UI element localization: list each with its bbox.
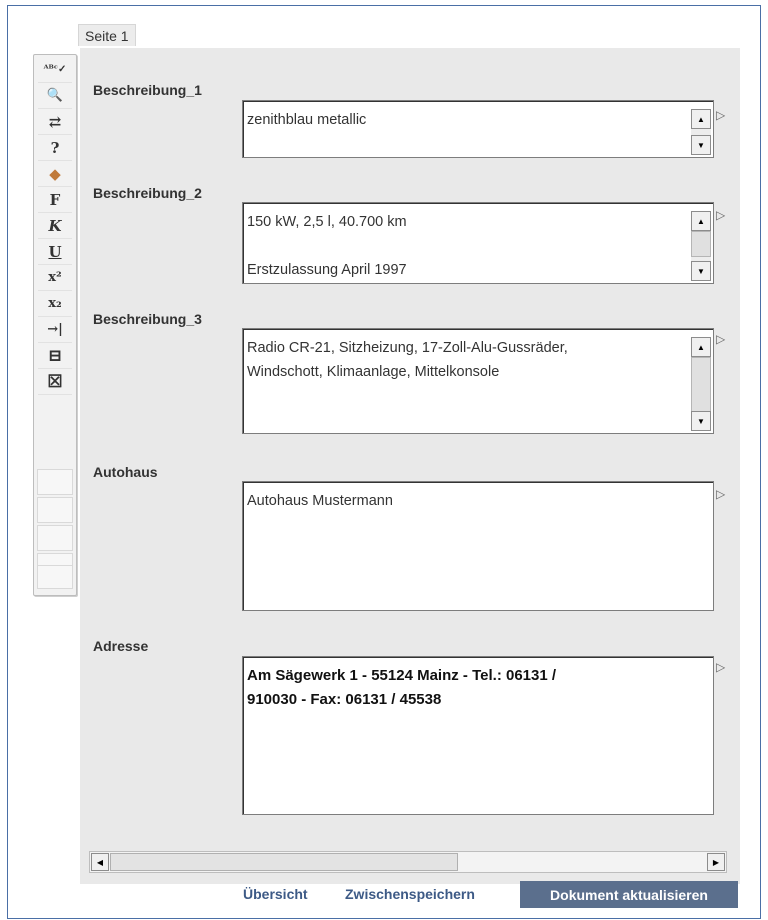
scroll-down-icon[interactable]: ▼ (691, 135, 711, 155)
spellcheck-icon[interactable]: ᴬᴮᶜ✓ (38, 57, 72, 83)
horizontal-scrollbar[interactable]: ◀ ▶ (89, 851, 727, 873)
field-value: Am Sägewerk 1 - 55124 Mainz - Tel.: 0613… (247, 667, 557, 708)
help-icon[interactable]: ? (38, 135, 72, 161)
textarea-beschreibung-3[interactable]: Radio CR-21, Sitzheizung, 17-Zoll-Alu-Gu… (242, 328, 714, 434)
scroll-right-icon[interactable]: ▶ (707, 853, 725, 871)
subscript-icon[interactable]: x₂ (38, 291, 72, 317)
superscript-icon[interactable]: x² (38, 265, 72, 291)
vertical-scrollbar[interactable]: ▲ ▼ (691, 211, 711, 281)
textarea-beschreibung-1[interactable]: zenithblau metallic ▲ ▼ (242, 100, 714, 158)
scroll-up-icon[interactable]: ▲ (691, 109, 711, 129)
scroll-thumb[interactable] (691, 231, 711, 257)
close-box-icon[interactable]: ☒ (38, 369, 72, 395)
field-label-adresse: Adresse (93, 638, 149, 654)
tab-icon[interactable]: →| (38, 317, 72, 343)
scroll-left-icon[interactable]: ◀ (91, 853, 109, 871)
save-draft-link[interactable]: Zwischenspeichern (345, 886, 475, 902)
field-value: 150 kW, 2,5 l, 40.700 km Erstzulassung A… (247, 214, 407, 278)
toolbar-empty-slot (37, 565, 73, 589)
scroll-up-icon[interactable]: ▲ (691, 211, 711, 231)
expand-arrow-icon[interactable]: ▷ (716, 108, 725, 122)
overview-link[interactable]: Übersicht (243, 886, 308, 902)
scroll-thumb[interactable] (691, 357, 711, 413)
toolbar-empty-slot (37, 469, 73, 495)
toolbar-empty-slot (37, 525, 73, 551)
expand-arrow-icon[interactable]: ▷ (716, 208, 725, 222)
italic-icon[interactable]: K (38, 213, 72, 239)
scroll-up-icon[interactable]: ▲ (691, 337, 711, 357)
formatting-toolbar: ᴬᴮᶜ✓ 🔍 ⇄ ? ◆ F K U x² x₂ →| ⊟ ☒ (33, 54, 77, 596)
update-document-button[interactable]: Dokument aktualisieren (520, 881, 738, 908)
textarea-adresse[interactable]: Am Sägewerk 1 - 55124 Mainz - Tel.: 0613… (242, 656, 714, 815)
field-value: zenithblau metallic (247, 112, 367, 128)
field-label-beschreibung-2: Beschreibung_2 (93, 185, 202, 201)
toolbar-empty-slot (37, 497, 73, 523)
textarea-autohaus[interactable]: Autohaus Mustermann (242, 481, 714, 611)
underline-icon[interactable]: U (38, 239, 72, 265)
field-label-beschreibung-1: Beschreibung_1 (93, 82, 202, 98)
expand-arrow-icon[interactable]: ▷ (716, 332, 725, 346)
minus-box-icon[interactable]: ⊟ (38, 343, 72, 369)
scroll-down-icon[interactable]: ▼ (691, 411, 711, 431)
scroll-down-icon[interactable]: ▼ (691, 261, 711, 281)
tab-seite-1[interactable]: Seite 1 (78, 24, 136, 46)
expand-arrow-icon[interactable]: ▷ (716, 660, 725, 674)
field-value: Autohaus Mustermann (247, 493, 393, 509)
textarea-beschreibung-2[interactable]: 150 kW, 2,5 l, 40.700 km Erstzulassung A… (242, 202, 714, 284)
scroll-thumb[interactable] (110, 853, 458, 871)
bold-icon[interactable]: F (38, 187, 72, 213)
vertical-scrollbar[interactable]: ▲ ▼ (691, 109, 711, 155)
field-label-autohaus: Autohaus (93, 464, 158, 480)
field-value: Radio CR-21, Sitzheizung, 17-Zoll-Alu-Gu… (247, 340, 568, 380)
field-label-beschreibung-3: Beschreibung_3 (93, 311, 202, 327)
eraser-icon[interactable]: ◆ (38, 161, 72, 187)
vertical-scrollbar[interactable]: ▲ ▼ (691, 337, 711, 431)
replace-icon[interactable]: ⇄ (38, 109, 72, 135)
expand-arrow-icon[interactable]: ▷ (716, 487, 725, 501)
find-icon[interactable]: 🔍 (38, 83, 72, 109)
